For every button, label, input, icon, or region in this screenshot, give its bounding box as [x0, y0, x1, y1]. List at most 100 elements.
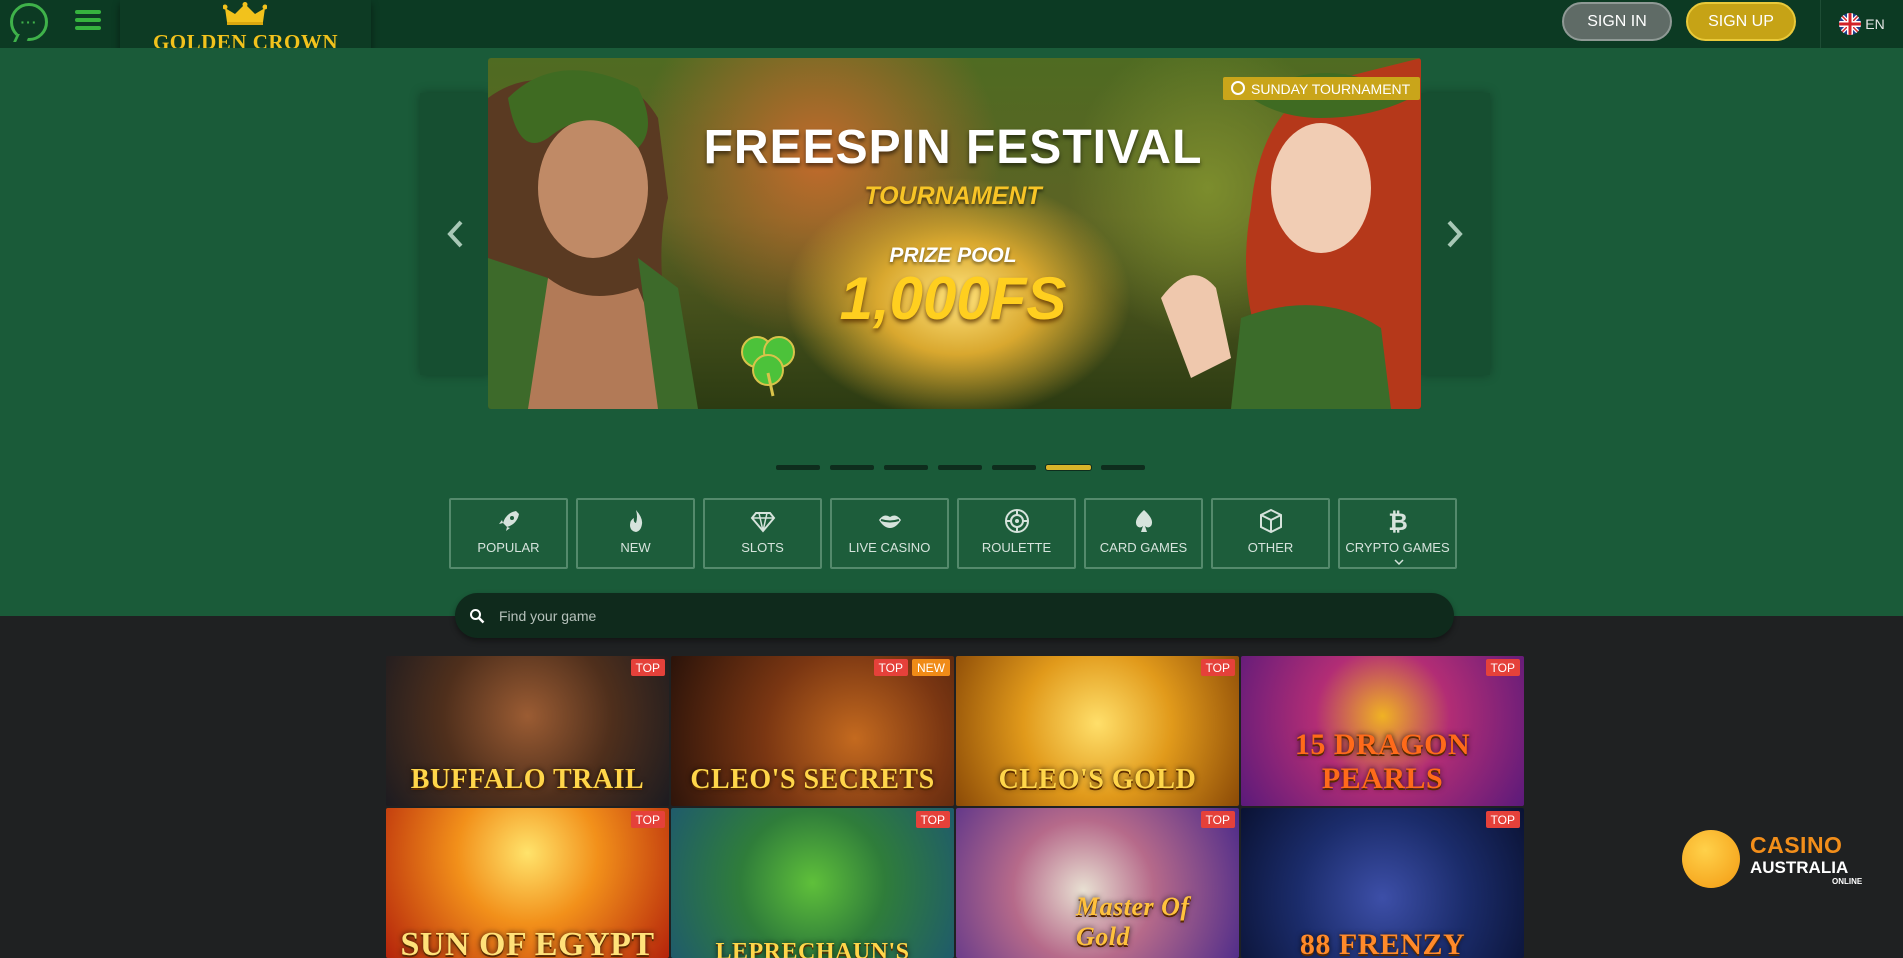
forest-man-illustration — [488, 70, 698, 409]
carousel-dot[interactable] — [776, 465, 820, 470]
category-label: CARD GAMES — [1099, 540, 1188, 555]
tag-new: NEW — [912, 659, 950, 676]
tournament-badge-label: SUNDAY TOURNAMENT — [1251, 80, 1411, 97]
category-card-games[interactable]: CARD GAMES — [1084, 498, 1203, 569]
chevron-right-icon — [1447, 220, 1463, 248]
hamburger-menu-icon[interactable] — [75, 10, 101, 30]
game-title: CLEO'S GOLD — [998, 764, 1197, 795]
chat-icon[interactable]: ··· — [10, 3, 48, 41]
category-new[interactable]: NEW — [576, 498, 695, 569]
search-icon — [470, 608, 485, 623]
carousel-dot[interactable] — [830, 465, 874, 470]
category-label: NEW — [620, 540, 651, 555]
category-label: OTHER — [1247, 540, 1294, 555]
prize-pool-value: 1,000FS — [839, 265, 1067, 332]
language-selector[interactable]: EN — [1820, 0, 1903, 48]
tag-top: TOP — [1485, 811, 1520, 828]
watermark-line2: AUSTRALIA — [1750, 858, 1849, 877]
spade-icon — [1135, 510, 1152, 532]
chat-dots: ··· — [20, 14, 38, 30]
carousel-next-button[interactable] — [1420, 93, 1490, 375]
game-tile[interactable]: 15 DRAGON PEARLS TOP — [1241, 656, 1524, 806]
tag-top: TOP — [1485, 659, 1520, 676]
carousel-pagination — [776, 465, 1145, 470]
game-title: Master Of Gold — [1076, 892, 1190, 951]
language-label: EN — [1865, 16, 1885, 32]
forest-woman-illustration — [1161, 58, 1421, 409]
category-roulette[interactable]: ROULETTE — [957, 498, 1076, 569]
svg-text:₿: ₿ — [1388, 508, 1408, 534]
game-title: LEPRECHAUN'S — [715, 939, 910, 958]
game-title: SUN OF EGYPT — [400, 926, 655, 958]
game-tags: TOP — [630, 659, 665, 676]
game-tile[interactable]: 88 FRENZY TOP — [1241, 808, 1524, 958]
banner-title: FREESPIN FESTIVAL — [703, 121, 1203, 174]
carousel-dot[interactable] — [1046, 465, 1091, 470]
game-title: 15 DRAGON PEARLS — [1294, 728, 1471, 795]
category-slots[interactable]: SLOTS — [703, 498, 822, 569]
game-tile[interactable]: LEPRECHAUN'S TOP — [671, 808, 954, 958]
game-search-bar[interactable] — [455, 593, 1454, 638]
lips-icon — [878, 515, 901, 528]
game-title: CLEO'S SECRETS — [690, 764, 935, 795]
sign-in-button[interactable]: SIGN IN — [1562, 2, 1672, 41]
game-tags: TOP — [1485, 659, 1520, 676]
rocket-icon — [498, 511, 519, 531]
tournament-badge: SUNDAY TOURNAMENT — [1223, 77, 1421, 100]
game-tags: TOP NEW — [873, 659, 950, 676]
chevron-left-icon — [447, 220, 463, 248]
game-title: 88 FRENZY — [1299, 928, 1466, 958]
carousel-dot[interactable] — [938, 465, 982, 470]
game-tile[interactable]: CLEO'S SECRETS TOP NEW — [671, 656, 954, 806]
kangaroo-logo-icon — [1682, 830, 1740, 888]
category-label: SLOTS — [741, 540, 784, 555]
game-title: BUFFALO TRAIL — [410, 764, 645, 795]
spin-icon — [1231, 81, 1245, 95]
carousel-prev-button[interactable] — [420, 93, 490, 375]
game-grid: BUFFALO TRAIL TOP CLEO'S SECRETS TOP NEW CLEO… — [386, 656, 1524, 958]
game-tile[interactable]: CLEO'S GOLD TOP — [956, 656, 1239, 806]
tag-top: TOP — [1200, 811, 1235, 828]
tag-top: TOP — [1200, 659, 1235, 676]
top-header: ··· GOLDEN CROWN SIGN IN SIGN UP EN — [0, 0, 1903, 63]
category-other[interactable]: OTHER — [1211, 498, 1330, 569]
casino-australia-watermark: CASINO AUSTRALIA ONLINE — [1682, 830, 1862, 890]
roulette-icon — [1004, 509, 1029, 533]
carousel-dot[interactable] — [992, 465, 1036, 470]
tag-top: TOP — [873, 659, 908, 676]
search-input[interactable] — [499, 607, 1454, 624]
category-crypto-games[interactable]: ₿ CRYPTO GAMES — [1338, 498, 1457, 569]
clover-icon — [741, 336, 795, 397]
game-tile[interactable]: BUFFALO TRAIL TOP — [386, 656, 669, 806]
sign-up-button[interactable]: SIGN UP — [1686, 2, 1796, 41]
category-label: POPULAR — [477, 540, 540, 555]
tag-top: TOP — [630, 659, 665, 676]
carousel-dot[interactable] — [884, 465, 928, 470]
category-live-casino[interactable]: LIVE CASINO — [830, 498, 949, 569]
category-label: CRYPTO GAMES — [1345, 540, 1450, 555]
game-tags: TOP — [1485, 811, 1520, 828]
diamond-icon — [750, 512, 775, 533]
promo-banner[interactable]: FREESPIN FESTIVAL TOURNAMENT PRIZE POOL … — [488, 58, 1421, 409]
tag-top: TOP — [630, 811, 665, 828]
game-tags: TOP — [630, 811, 665, 828]
tag-top: TOP — [915, 811, 950, 828]
bitcoin-icon: ₿ — [1388, 508, 1408, 534]
cube-icon — [1259, 508, 1282, 534]
uk-flag-icon — [1839, 13, 1862, 35]
banner-subtitle: TOURNAMENT — [864, 182, 1042, 210]
category-nav: POPULAR NEW SLOTS LIVE CASINO ROULETTE CARD G… — [449, 498, 1457, 569]
watermark-line1: CASINO — [1750, 832, 1843, 858]
crown-icon — [223, 2, 267, 25]
carousel-dot[interactable] — [1101, 465, 1145, 470]
hero-section: FREESPIN FESTIVAL TOURNAMENT PRIZE POOL … — [0, 48, 1903, 638]
game-tile[interactable]: Master Of Gold TOP — [956, 808, 1239, 958]
category-popular[interactable]: POPULAR — [449, 498, 568, 569]
watermark-line3: ONLINE — [1832, 877, 1863, 886]
game-tags: TOP — [1200, 659, 1235, 676]
game-tags: TOP — [1200, 811, 1235, 828]
category-label: ROULETTE — [981, 540, 1052, 555]
category-label: LIVE CASINO — [848, 540, 931, 555]
chevron-down-icon[interactable] — [1394, 559, 1404, 565]
game-tile[interactable]: SUN OF EGYPT TOP — [386, 808, 669, 958]
